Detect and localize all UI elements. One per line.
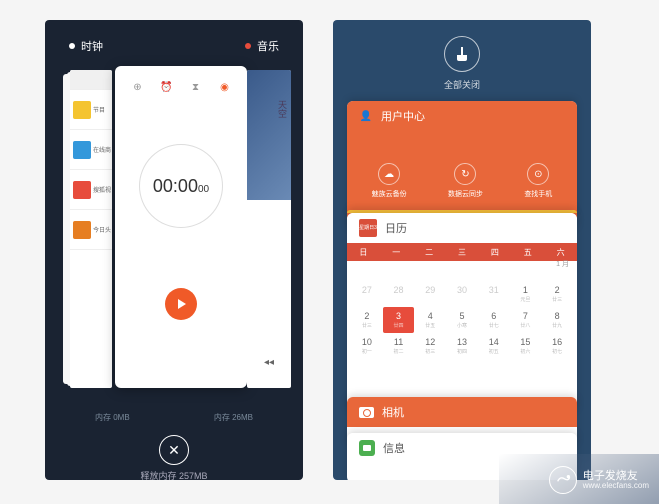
card-header: 👤 用户中心 [347, 101, 577, 131]
broom-icon [455, 47, 469, 61]
calendar-day[interactable]: 1元旦 [510, 281, 542, 307]
calendar-day[interactable]: 5小寒 [446, 307, 478, 333]
calendar-day[interactable]: 29 [414, 281, 446, 307]
user-action-sync[interactable]: ↻ 数据云同步 [448, 163, 483, 199]
calendar-title: 日历 [385, 220, 407, 236]
memory-labels: 内存 0MB 内存 26MB [45, 412, 303, 423]
tab-dot-icon [69, 43, 75, 49]
app-icon [73, 141, 91, 159]
month-label: 1 月 [556, 261, 569, 269]
release-memory-label: 释放内存 257MB [45, 469, 303, 480]
timer-display: 00:0000 [115, 144, 247, 320]
message-icon [359, 440, 375, 456]
cards-carousel[interactable]: 节目 在线商 搜狐视 今日头 ⊕ ⏰ ⧗ ◉ 00:0000 [45, 66, 303, 406]
calendar-card[interactable]: 星期日3 日历 日一二三四五六 1 月 27282930311元旦2廿三2廿三3… [347, 213, 577, 413]
tab-dot-icon [245, 43, 251, 49]
album-title: 天空 [276, 100, 289, 118]
calendar-icon: 星期日3 [359, 219, 377, 237]
watermark-brand: 电子发烧友 [583, 470, 649, 482]
calendar-day[interactable]: 16初七 [541, 333, 573, 359]
prev-icon[interactable]: ◂◂ [247, 357, 291, 368]
calendar-day[interactable]: 2廿三 [351, 307, 383, 333]
stopwatch-icon[interactable]: ⧗ [189, 80, 203, 94]
messages-title: 信息 [383, 440, 405, 456]
calendar-day[interactable]: 27 [351, 281, 383, 307]
clean-all-label: 全部关闭 [333, 78, 591, 91]
card-header: 相机 [347, 397, 577, 427]
calendar-day[interactable]: 6廿七 [478, 307, 510, 333]
user-action-find[interactable]: ⊙ 查找手机 [524, 163, 552, 199]
calendar-day[interactable]: 4廿五 [414, 307, 446, 333]
calendar-day[interactable]: 15初六 [510, 333, 542, 359]
app-icon [73, 101, 91, 119]
app-icon [73, 221, 91, 239]
recents-light-phone: 全部关闭 👤 用户中心 ☁ 魅族云备份 ↻ 数据云同步 [333, 20, 591, 480]
calendar-grid[interactable]: 27282930311元旦2廿三2廿三3廿四4廿五5小寒6廿七7廿八8廿九10初… [347, 261, 577, 359]
locate-icon: ⊙ [527, 163, 549, 185]
calendar-day[interactable]: 12初三 [414, 333, 446, 359]
tab-music[interactable]: 音乐 [245, 38, 279, 54]
tab-clock-label: 时钟 [81, 38, 103, 54]
camera-icon [359, 407, 374, 418]
sync-icon: ↻ [454, 163, 476, 185]
album-art: 天空 [247, 70, 291, 200]
alarm-icon[interactable]: ⏰ [160, 80, 174, 94]
user-action-backup[interactable]: ☁ 魅族云备份 [372, 163, 407, 199]
watermark-logo-icon [549, 466, 577, 494]
clean-all-button[interactable] [444, 36, 480, 72]
watermark: 电子发烧友 www.elecfans.com [549, 466, 649, 494]
timer-dial[interactable]: 00:0000 [139, 144, 223, 228]
music-card[interactable]: 天空 ◂◂ [247, 70, 291, 388]
calendar-day[interactable]: 2廿三 [541, 281, 573, 307]
calendar-day[interactable]: 30 [446, 281, 478, 307]
calendar-day[interactable]: 10初一 [351, 333, 383, 359]
clock-card[interactable]: ⊕ ⏰ ⧗ ◉ 00:0000 [115, 66, 247, 388]
recents-dark-phone: 时钟 音乐 节目 在线商 搜狐视 今日头 ⊕ ⏰ ⧗ [45, 20, 303, 480]
calendar-day[interactable]: 31 [478, 281, 510, 307]
user-center-title: 用户中心 [381, 108, 425, 124]
calendar-day[interactable]: 3廿四 [383, 307, 415, 333]
browser-card[interactable]: 节目 在线商 搜狐视 今日头 [70, 70, 112, 388]
memory-left: 内存 0MB [95, 412, 130, 423]
tab-music-label: 音乐 [257, 38, 279, 54]
calendar-day[interactable]: 7廿八 [510, 307, 542, 333]
app-icon [73, 181, 91, 199]
play-button[interactable] [165, 288, 197, 320]
tab-clock[interactable]: 时钟 [69, 38, 103, 54]
user-icon: 👤 [359, 109, 373, 123]
clock-mode-tabs: ⊕ ⏰ ⧗ ◉ [115, 66, 247, 104]
card-stack[interactable]: 👤 用户中心 ☁ 魅族云备份 ↻ 数据云同步 ⊙ 查找手机 [347, 101, 577, 480]
calendar-day[interactable]: 11初二 [383, 333, 415, 359]
app-tabs-row: 时钟 音乐 [45, 20, 303, 62]
card-header: 星期日3 日历 [347, 213, 577, 243]
calendar-day[interactable]: 28 [383, 281, 415, 307]
watermark-url: www.elecfans.com [583, 482, 649, 491]
globe-icon[interactable]: ⊕ [131, 80, 145, 94]
timer-icon[interactable]: ◉ [218, 80, 232, 94]
calendar-day[interactable]: 8廿九 [541, 307, 573, 333]
play-icon [178, 299, 186, 309]
calendar-day[interactable]: 14初五 [478, 333, 510, 359]
close-all-button[interactable]: ✕ [159, 435, 189, 465]
calendar-day[interactable]: 13初四 [446, 333, 478, 359]
camera-title: 相机 [382, 404, 404, 420]
list-item [70, 70, 112, 90]
cloud-icon: ☁ [378, 163, 400, 185]
weekday-row: 日一二三四五六 [347, 243, 577, 261]
memory-right: 内存 26MB [214, 412, 253, 423]
close-icon: ✕ [168, 442, 180, 459]
